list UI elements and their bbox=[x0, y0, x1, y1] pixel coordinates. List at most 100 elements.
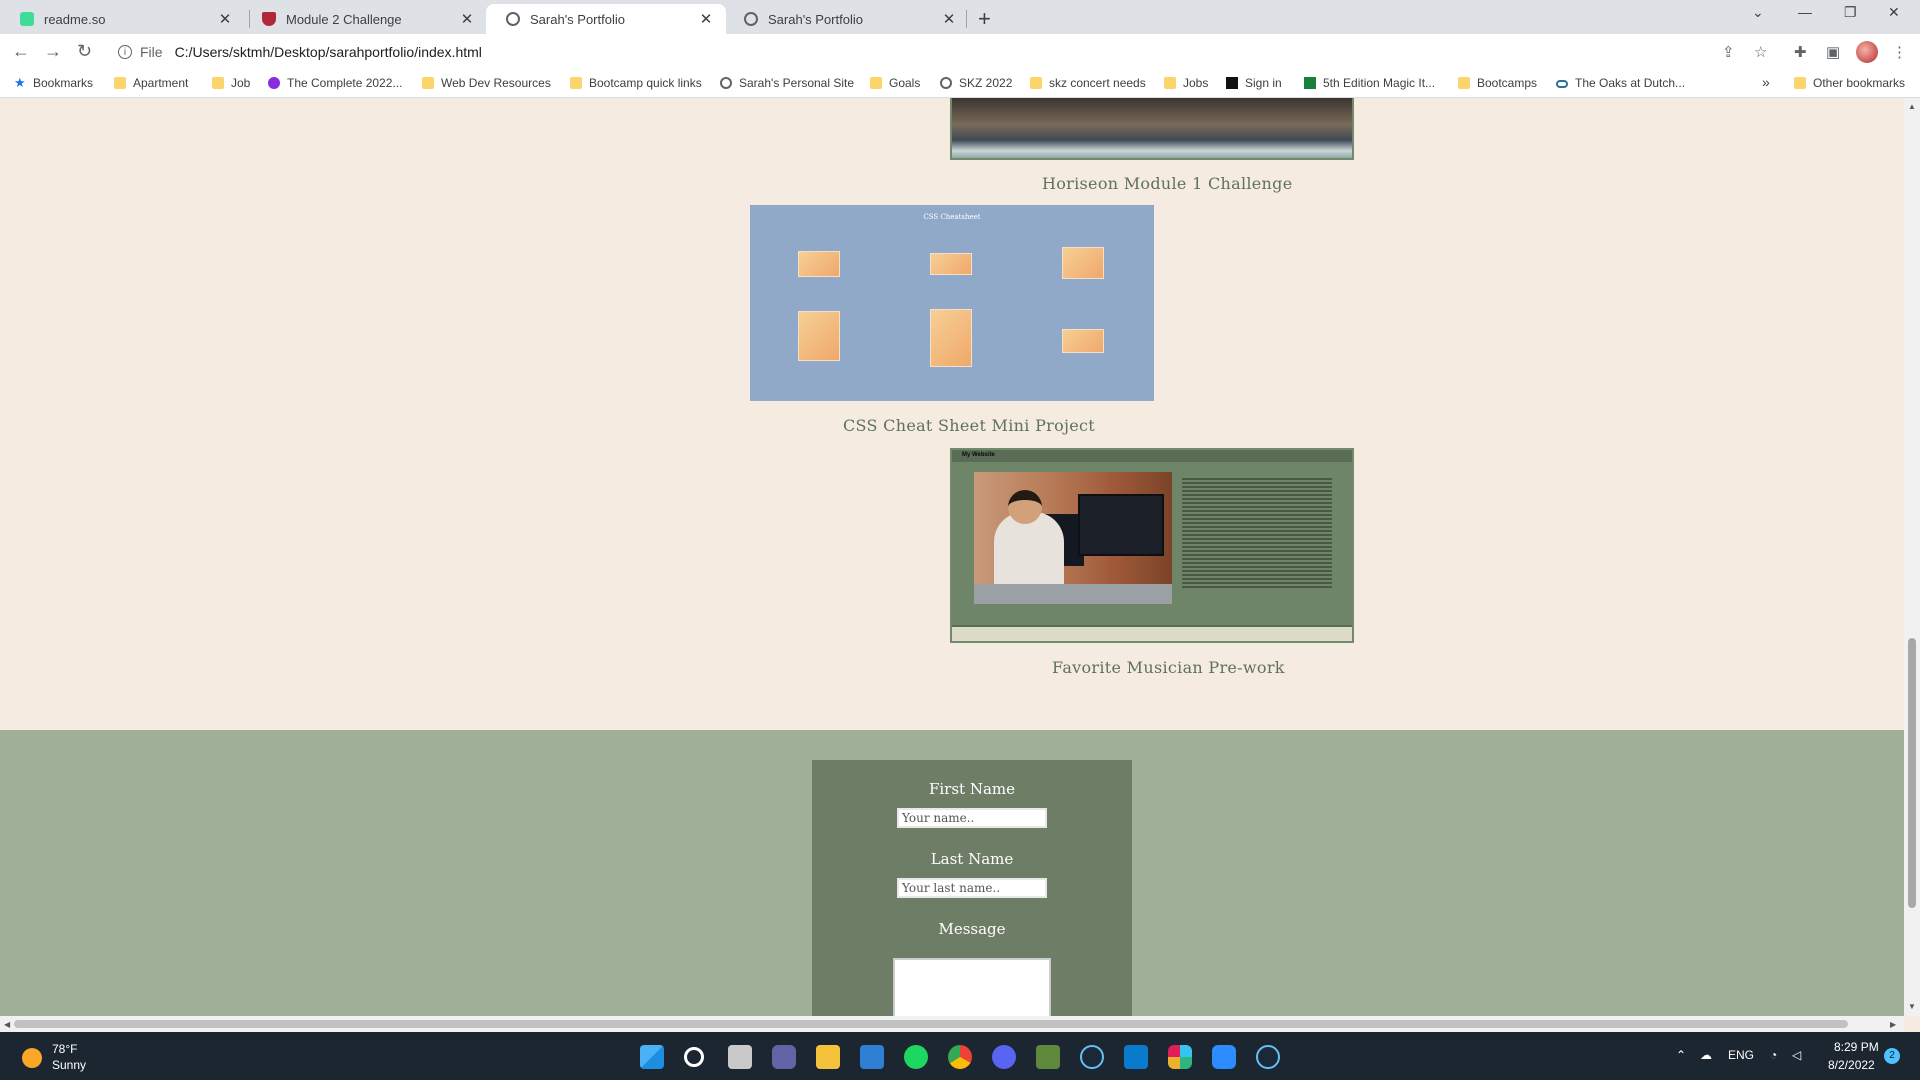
bookmark-item[interactable]: skz concert needs bbox=[1030, 76, 1146, 90]
language-indicator[interactable]: ENG bbox=[1728, 1048, 1754, 1062]
clock-time[interactable]: 8:29 PM bbox=[1834, 1040, 1879, 1054]
sun-icon[interactable] bbox=[22, 1048, 42, 1068]
shield-icon bbox=[262, 12, 276, 26]
last-name-input[interactable] bbox=[897, 878, 1047, 898]
project-thumbnail-horiseon[interactable] bbox=[950, 98, 1354, 160]
vscode-icon[interactable] bbox=[1124, 1045, 1148, 1069]
teams-chat-icon[interactable] bbox=[772, 1045, 796, 1069]
menu-icon[interactable]: ⋮ bbox=[1892, 43, 1907, 61]
bookmark-star-icon[interactable]: ☆ bbox=[1754, 43, 1767, 61]
project-thumbnail-css-cheatsheet[interactable]: CSS Cheatsheet bbox=[750, 205, 1154, 401]
steam-icon[interactable] bbox=[1256, 1045, 1280, 1069]
bookmark-item[interactable]: Sarah's Personal Site bbox=[720, 76, 854, 90]
other-bookmarks[interactable]: Other bookmarks bbox=[1794, 76, 1905, 90]
first-name-label: First Name bbox=[928, 780, 1016, 798]
vertical-scroll-thumb[interactable] bbox=[1908, 638, 1916, 908]
address-bar[interactable]: i File C:/Users/sktmh/Desktop/sarahportf… bbox=[112, 38, 1772, 66]
first-name-input[interactable] bbox=[897, 808, 1047, 828]
tab-portfolio-active[interactable]: Sarah's Portfolio ✕ bbox=[486, 4, 726, 34]
minimize-button[interactable]: — bbox=[1798, 4, 1812, 20]
tray-chevron-icon[interactable]: ⌃ bbox=[1676, 1048, 1686, 1062]
bookmark-item[interactable]: Jobs bbox=[1164, 76, 1208, 90]
bookmark-item[interactable]: 5th Edition Magic It... bbox=[1304, 76, 1435, 90]
horizontal-scroll-thumb[interactable] bbox=[14, 1020, 1848, 1028]
steam-icon[interactable] bbox=[1080, 1045, 1104, 1069]
bookmark-item[interactable]: Bootcamps bbox=[1458, 76, 1537, 90]
task-view-icon[interactable] bbox=[728, 1045, 752, 1069]
thumbnail-card bbox=[930, 309, 972, 367]
file-explorer-icon[interactable] bbox=[816, 1045, 840, 1069]
thumbnail-footer bbox=[952, 625, 1352, 641]
spotify-icon[interactable] bbox=[904, 1045, 928, 1069]
close-icon[interactable]: ✕ bbox=[217, 10, 233, 28]
profile-avatar[interactable] bbox=[1856, 41, 1878, 63]
extensions-icon[interactable]: ✚ bbox=[1794, 43, 1807, 61]
volume-icon[interactable]: ◁ bbox=[1792, 1048, 1801, 1062]
vertical-scrollbar[interactable]: ▲ ▼ bbox=[1904, 98, 1920, 1016]
windows-start-icon[interactable] bbox=[640, 1045, 664, 1069]
side-panel-icon[interactable]: ▣ bbox=[1826, 43, 1840, 61]
bookmark-item[interactable]: Sign in bbox=[1226, 76, 1282, 90]
weather-description[interactable]: Sunny bbox=[52, 1058, 86, 1072]
bookmark-item[interactable]: Bootcamp quick links bbox=[570, 76, 702, 90]
scroll-left-icon[interactable]: ◀ bbox=[4, 1020, 10, 1029]
bookmarks-overflow-button[interactable]: » bbox=[1762, 74, 1770, 90]
onedrive-icon[interactable]: ☁ bbox=[1700, 1048, 1712, 1062]
scroll-down-icon[interactable]: ▼ bbox=[1908, 1002, 1916, 1011]
tab-search-icon[interactable]: ⌄ bbox=[1752, 4, 1764, 21]
reload-icon[interactable]: ↻ bbox=[77, 41, 92, 62]
slack-icon[interactable] bbox=[1168, 1045, 1192, 1069]
bookmark-label: Job bbox=[231, 76, 251, 90]
back-icon[interactable]: ← bbox=[12, 41, 30, 62]
project-thumbnail-musician[interactable]: My Website bbox=[950, 448, 1354, 643]
bookmark-item[interactable]: ★ Bookmarks bbox=[14, 76, 93, 90]
bookmark-label: SKZ 2022 bbox=[959, 76, 1013, 90]
clock-date[interactable]: 8/2/2022 bbox=[1828, 1058, 1875, 1072]
tab-readme[interactable]: readme.so ✕ bbox=[0, 4, 245, 34]
close-icon[interactable]: ✕ bbox=[698, 10, 714, 28]
wifi-icon[interactable]: ◔ bbox=[1770, 1048, 1777, 1062]
bookmark-label: The Complete 2022... bbox=[287, 76, 403, 90]
project-caption: CSS Cheat Sheet Mini Project bbox=[843, 416, 1096, 435]
folder-icon bbox=[1794, 77, 1806, 89]
folder-icon bbox=[114, 77, 126, 89]
bookmark-item[interactable]: Job bbox=[212, 76, 250, 90]
forward-icon[interactable]: → bbox=[44, 41, 62, 62]
tab-title: Sarah's Portfolio bbox=[768, 11, 863, 27]
project-caption: Horiseon Module 1 Challenge bbox=[1042, 174, 1293, 193]
page-viewport: Horiseon Module 1 Challenge CSS Cheatshe… bbox=[0, 98, 1904, 1016]
message-label: Message bbox=[938, 920, 1006, 938]
tab-portfolio[interactable]: Sarah's Portfolio ✕ bbox=[724, 4, 969, 34]
bookmark-item[interactable]: Web Dev Resources bbox=[422, 76, 551, 90]
minecraft-icon[interactable] bbox=[1036, 1045, 1060, 1069]
discord-icon[interactable] bbox=[992, 1045, 1016, 1069]
notification-badge[interactable]: 2 bbox=[1884, 1048, 1900, 1064]
url-text[interactable]: C:/Users/sktmh/Desktop/sarahportfolio/in… bbox=[175, 44, 482, 60]
windows-taskbar: 78°F Sunny ⌃ ☁ ENG ◔ ◁ 8:29 PM 8/2/2022 … bbox=[0, 1032, 1920, 1080]
thumbnail-title: My Website bbox=[952, 450, 1352, 462]
restore-button[interactable]: ❐ bbox=[1844, 4, 1857, 21]
weather-temperature[interactable]: 78°F bbox=[52, 1042, 77, 1056]
new-tab-button[interactable]: + bbox=[978, 6, 991, 32]
close-icon[interactable]: ✕ bbox=[459, 10, 475, 28]
close-window-button[interactable]: ✕ bbox=[1888, 4, 1900, 21]
share-icon[interactable]: ⇪ bbox=[1722, 43, 1735, 61]
bookmark-item[interactable]: The Complete 2022... bbox=[268, 76, 402, 90]
thumbnail-text-block bbox=[1182, 478, 1332, 588]
bookmark-item[interactable]: Apartment bbox=[114, 76, 188, 90]
zoom-icon[interactable] bbox=[1212, 1045, 1236, 1069]
horizontal-scrollbar[interactable]: ◀ ▶ bbox=[0, 1016, 1904, 1032]
bookmark-item[interactable]: The Oaks at Dutch... bbox=[1556, 76, 1685, 90]
chrome-icon[interactable] bbox=[948, 1045, 972, 1069]
message-textarea[interactable] bbox=[893, 958, 1051, 1016]
search-icon[interactable] bbox=[684, 1047, 704, 1067]
bookmark-item[interactable]: Goals bbox=[870, 76, 920, 90]
info-icon[interactable]: i bbox=[118, 45, 132, 59]
close-icon[interactable]: ✕ bbox=[941, 10, 957, 28]
tab-module2[interactable]: Module 2 Challenge ✕ bbox=[242, 4, 487, 34]
bookmark-label: The Oaks at Dutch... bbox=[1575, 76, 1686, 90]
bookmark-item[interactable]: SKZ 2022 bbox=[940, 76, 1012, 90]
scroll-right-icon[interactable]: ▶ bbox=[1890, 1020, 1896, 1029]
scroll-up-icon[interactable]: ▲ bbox=[1908, 102, 1916, 111]
store-icon[interactable] bbox=[860, 1045, 884, 1069]
